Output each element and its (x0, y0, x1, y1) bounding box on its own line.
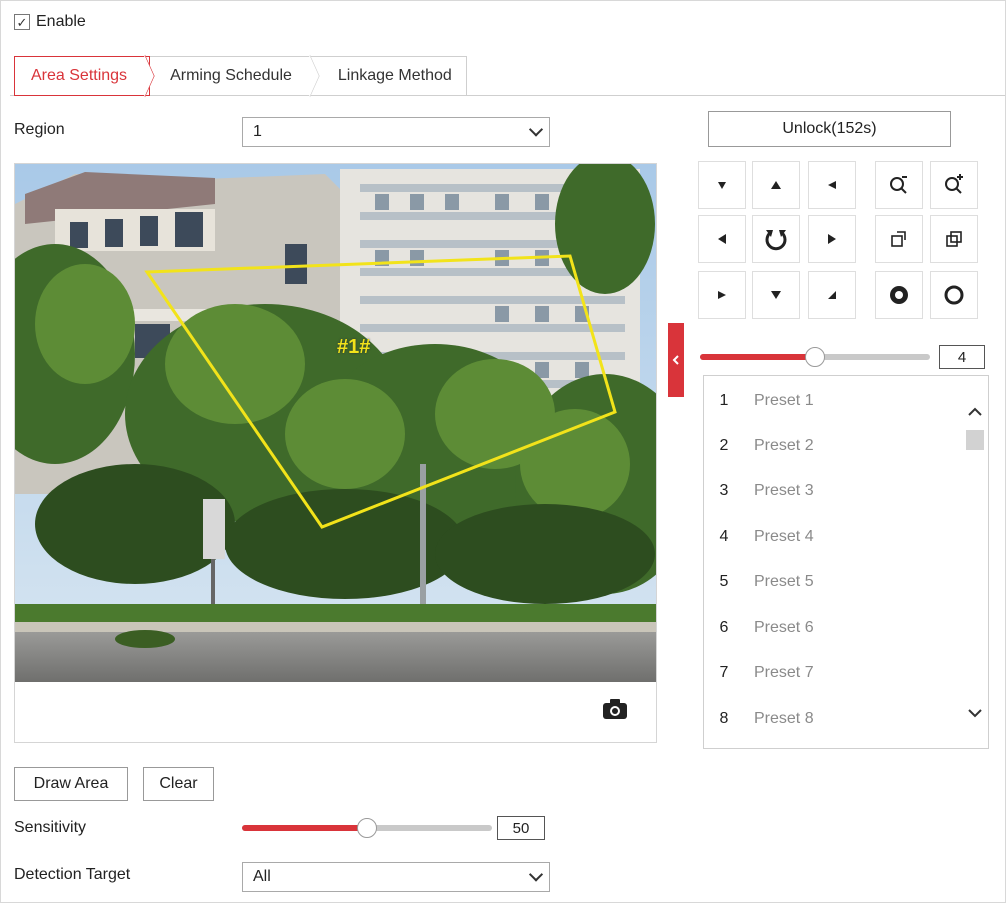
list-item[interactable]: 4 Preset 4 (704, 514, 962, 559)
live-view-panel: #1# (14, 163, 657, 743)
pan-up-icon[interactable] (752, 161, 800, 209)
list-item[interactable]: 6 Preset 6 (704, 605, 962, 650)
region-select-value: 1 (253, 123, 262, 140)
pan-right-icon[interactable] (808, 215, 856, 263)
list-item[interactable]: 7 Preset 7 (704, 650, 962, 695)
ptz-speed-slider[interactable] (700, 347, 930, 367)
unlock-button[interactable]: Unlock(152s) (708, 111, 951, 147)
list-item[interactable]: 5 Preset 5 (704, 559, 962, 604)
tab-area-settings-label: Area Settings (31, 67, 128, 84)
sensitivity-slider-fill (242, 825, 367, 831)
live-view-image[interactable]: #1# (15, 164, 656, 682)
focus-near-icon[interactable] (875, 215, 923, 263)
detection-target-select[interactable]: All (242, 862, 550, 892)
preset-name: Preset 6 (754, 618, 814, 636)
preset-number: 1 (719, 391, 729, 409)
tab-area-settings[interactable]: Area Settings (14, 54, 155, 98)
detection-area-label: #1# (337, 336, 371, 358)
zoom-out-icon[interactable] (930, 161, 978, 209)
preset-number: 2 (719, 436, 729, 454)
draw-area-button[interactable]: Draw Area (14, 767, 128, 801)
pan-up-left-icon[interactable] (698, 161, 746, 209)
preset-number: 6 (719, 618, 729, 636)
pan-left-icon[interactable] (698, 215, 746, 263)
smart-event-config-page: ✓ Enable Area Settings Arming Schedule L… (0, 0, 1006, 903)
preset-number: 8 (719, 709, 729, 727)
preset-name: Preset 2 (754, 436, 814, 454)
enable-checkbox[interactable]: ✓ (14, 14, 30, 30)
ptz-speed-value-box[interactable]: 4 (939, 345, 985, 369)
zoom-in-icon[interactable] (875, 161, 923, 209)
preset-name: Preset 1 (754, 391, 814, 409)
preset-number: 5 (719, 572, 729, 590)
tab-arming-schedule-label: Arming Schedule (170, 67, 292, 84)
enable-label: Enable (36, 13, 86, 30)
ptz-speed-slider-fill (700, 354, 815, 360)
list-item[interactable]: 1 Preset 1 (704, 378, 962, 423)
camera-scene (15, 164, 656, 682)
preset-name: Preset 4 (754, 527, 814, 545)
pan-up-right-icon[interactable] (808, 161, 856, 209)
preset-number: 3 (719, 481, 729, 499)
preset-name: Preset 7 (754, 663, 814, 681)
enable-row[interactable]: ✓ Enable (14, 13, 86, 31)
ptz-speed-slider-thumb[interactable] (805, 347, 825, 367)
clear-button[interactable]: Clear (143, 767, 214, 801)
tab-linkage-method-label: Linkage Method (337, 67, 452, 84)
sensitivity-value-box[interactable]: 50 (497, 816, 545, 840)
region-label: Region (14, 121, 65, 138)
chevron-down-icon (528, 122, 544, 137)
list-item[interactable]: 3 Preset 3 (704, 468, 962, 513)
chevron-down-icon (528, 867, 544, 882)
region-select[interactable]: 1 (242, 117, 550, 147)
preset-name: Preset 3 (754, 481, 814, 499)
sensitivity-slider[interactable] (242, 818, 492, 838)
list-item[interactable]: 8 Preset 8 (704, 696, 962, 741)
preset-name: Preset 8 (754, 709, 814, 727)
chevron-up-icon (968, 407, 982, 416)
scrollbar-thumb (966, 430, 984, 450)
auto-rotate-icon[interactable] (752, 215, 800, 263)
collapse-panel-toggle[interactable] (668, 323, 684, 397)
chevron-down-icon (968, 709, 982, 718)
iris-close-icon[interactable] (930, 271, 978, 319)
preset-name: Preset 5 (754, 572, 814, 590)
chevron-left-icon (672, 355, 679, 365)
list-item[interactable]: 2 Preset 2 (704, 423, 962, 468)
pan-down-icon[interactable] (752, 271, 800, 319)
preset-list-scrollbar[interactable] (962, 376, 988, 748)
preset-number: 7 (719, 663, 729, 681)
camera-icon[interactable] (602, 698, 628, 725)
sensitivity-label: Sensitivity (14, 819, 87, 836)
detection-target-label: Detection Target (14, 866, 131, 883)
focus-far-icon[interactable] (930, 215, 978, 263)
detection-target-value: All (253, 868, 271, 885)
ptz-speed-value: 4 (957, 348, 967, 366)
sensitivity-slider-thumb[interactable] (357, 818, 377, 838)
pan-down-left-icon[interactable] (698, 271, 746, 319)
sensitivity-value: 50 (512, 819, 530, 837)
tab-linkage-method[interactable]: Linkage Method (313, 56, 467, 96)
pan-down-right-icon[interactable] (808, 271, 856, 319)
iris-open-icon[interactable] (875, 271, 923, 319)
preset-number: 4 (719, 527, 729, 545)
tab-bar: Area Settings Arming Schedule Linkage Me… (14, 54, 467, 98)
preset-list: 1 Preset 1 2 Preset 2 3 Preset 3 4 Prese… (703, 375, 989, 749)
tab-arming-schedule[interactable]: Arming Schedule (150, 54, 320, 98)
